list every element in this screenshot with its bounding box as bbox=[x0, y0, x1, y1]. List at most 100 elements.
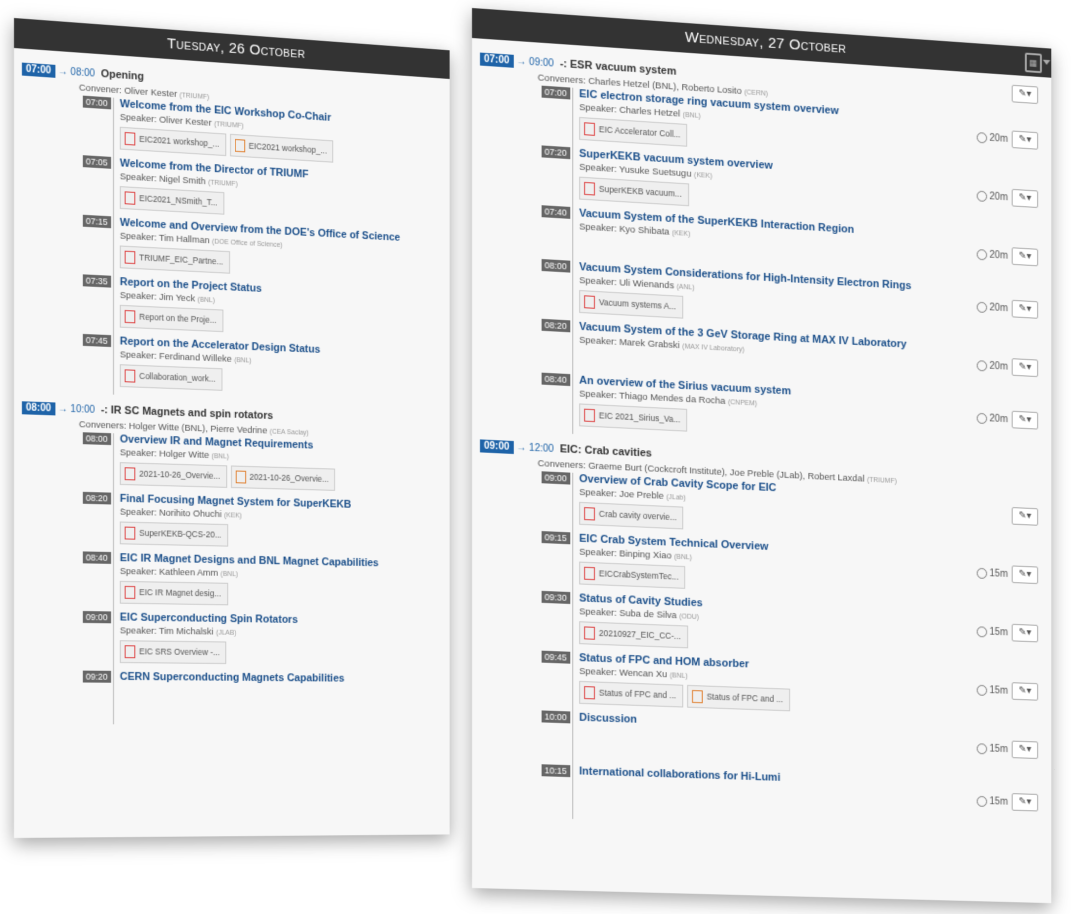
session-title[interactable]: -: IR SC Magnets and spin rotators bbox=[101, 404, 273, 422]
pdf-icon bbox=[584, 566, 595, 581]
contribution-time: 09:20 bbox=[82, 670, 111, 683]
clock-icon bbox=[976, 248, 987, 260]
day-title: Tuesday, 26 October bbox=[167, 35, 306, 62]
attachment-name: EIC2021 workshop_... bbox=[139, 133, 220, 149]
timeline-divider bbox=[572, 260, 574, 321]
speaker-affiliation: (KEK) bbox=[672, 229, 691, 238]
attachment-file[interactable]: Crab cavity overvie... bbox=[579, 501, 684, 530]
attachment-file[interactable]: Status of FPC and ... bbox=[579, 680, 684, 708]
attachments: 2021-10-26_Overvie... 2021-10-26_Overvie.… bbox=[119, 462, 443, 494]
pdf-icon bbox=[584, 295, 595, 309]
session-title[interactable]: Opening bbox=[101, 68, 144, 83]
speaker-affiliation: (BNL) bbox=[211, 453, 229, 461]
attachment-file[interactable]: 2021-10-26_Overvie... bbox=[230, 465, 336, 491]
edit-icon[interactable]: ✎▾ bbox=[1011, 247, 1039, 267]
session-start-time: 07:00 bbox=[479, 52, 514, 68]
contribution-time: 09:00 bbox=[82, 611, 111, 624]
attachment-file[interactable]: EIC2021_NSmith_T... bbox=[119, 186, 225, 215]
contribution-item: 08:20 Final Focusing Magnet System for Su… bbox=[82, 491, 443, 559]
contribution-actions: 15m ✎▾ bbox=[976, 792, 1039, 812]
timeline-divider bbox=[113, 670, 114, 725]
edit-icon[interactable]: ✎▾ bbox=[1011, 565, 1039, 585]
edit-icon[interactable]: ✎▾ bbox=[1011, 299, 1039, 319]
calendar-icon[interactable]: ▦ bbox=[1024, 52, 1042, 74]
clock-icon bbox=[976, 190, 987, 202]
attachment-name: EIC2021 workshop_... bbox=[248, 140, 327, 156]
edit-icon[interactable]: ✎▾ bbox=[1011, 188, 1039, 209]
attachment-file[interactable]: EIC 2021_Sirius_Va... bbox=[579, 403, 688, 432]
edit-icon[interactable]: ✎▾ bbox=[1011, 84, 1039, 105]
contribution-duration: 15m bbox=[989, 743, 1008, 755]
contribution-time: 07:00 bbox=[82, 95, 111, 110]
attachments: EIC SRS Overview -... bbox=[119, 640, 443, 666]
edit-icon[interactable]: ✎▾ bbox=[1011, 507, 1039, 526]
timeline-divider bbox=[113, 216, 114, 276]
attachment-file[interactable]: 2021-10-26_Overvie... bbox=[119, 462, 227, 488]
ppt-icon bbox=[691, 690, 703, 704]
pdf-icon bbox=[124, 250, 136, 265]
attachment-name: 2021-10-26_Overvie... bbox=[139, 468, 221, 481]
timeline-divider bbox=[113, 275, 114, 336]
speaker-affiliation: (ANL) bbox=[676, 283, 695, 292]
contribution-time: 09:00 bbox=[541, 471, 570, 485]
session-title[interactable]: EIC: Crab cavities bbox=[560, 443, 652, 459]
attachments: SuperKEKB-QCS-20... bbox=[119, 521, 443, 552]
chevron-down-icon[interactable] bbox=[1042, 59, 1051, 66]
attachment-file[interactable]: EIC SRS Overview -... bbox=[119, 640, 227, 665]
speaker-name: Speaker: Kathleen Amm bbox=[119, 566, 219, 579]
speaker-affiliation: (KEK) bbox=[224, 512, 242, 520]
attachment-name: TRIUMF_EIC_Partne... bbox=[139, 252, 224, 267]
contribution-time: 07:45 bbox=[82, 333, 111, 348]
attachment-file[interactable]: EIC IR Magnet desig... bbox=[119, 580, 228, 606]
edit-icon[interactable]: ✎▾ bbox=[1011, 623, 1039, 643]
timeline-divider bbox=[572, 592, 574, 652]
ppt-icon bbox=[235, 470, 246, 484]
attachment-file[interactable]: EIC2021 workshop_... bbox=[229, 133, 334, 163]
contribution-time: 09:45 bbox=[541, 650, 570, 664]
attachment-file[interactable]: EIC2021 workshop_... bbox=[119, 126, 226, 157]
contribution-duration: 15m bbox=[989, 684, 1008, 697]
attachment-file[interactable]: SuperKEKB vacuum... bbox=[579, 176, 689, 207]
attachment-file[interactable]: 20210927_EIC_CC-... bbox=[579, 621, 688, 649]
ppt-icon bbox=[234, 138, 245, 153]
attachment-file[interactable]: EIC Accelerator Coll... bbox=[579, 116, 688, 147]
attachment-name: Report on the Proje... bbox=[139, 311, 217, 325]
attachment-file[interactable]: SuperKEKB-QCS-20... bbox=[119, 521, 229, 547]
attachment-name: SuperKEKB vacuum... bbox=[598, 183, 682, 199]
attachment-file[interactable]: TRIUMF_EIC_Partne... bbox=[119, 245, 230, 274]
speaker-affiliation: (ODU) bbox=[679, 613, 699, 622]
edit-icon[interactable]: ✎▾ bbox=[1011, 130, 1039, 150]
day-title: Wednesday, 27 October bbox=[684, 28, 847, 57]
pdf-icon bbox=[584, 122, 595, 136]
edit-icon[interactable]: ✎▾ bbox=[1011, 410, 1039, 430]
contribution-actions: 15m ✎▾ bbox=[976, 564, 1039, 585]
contribution-actions: 20m ✎▾ bbox=[976, 245, 1039, 267]
edit-icon[interactable]: ✎▾ bbox=[1011, 358, 1039, 378]
contribution-duration: 15m bbox=[989, 626, 1008, 638]
contribution-title[interactable]: CERN Superconducting Magnets Capabilitie… bbox=[120, 671, 443, 685]
attachment-name: 2021-10-26_Overvie... bbox=[249, 471, 329, 484]
edit-icon[interactable]: ✎▾ bbox=[1011, 682, 1039, 701]
edit-icon[interactable]: ✎▾ bbox=[1011, 793, 1039, 812]
contribution-actions: 20m ✎▾ bbox=[976, 409, 1039, 430]
attachment-file[interactable]: Report on the Proje... bbox=[119, 304, 224, 333]
attachment-file[interactable]: Collaboration_work... bbox=[119, 364, 223, 391]
clock-icon bbox=[976, 795, 987, 807]
speaker-name: Speaker: Holger Witte bbox=[119, 447, 210, 461]
attachment-file[interactable]: EICCrabSystemTec... bbox=[579, 561, 686, 589]
attachment-name: Collaboration_work... bbox=[139, 370, 216, 384]
attachment-name: Status of FPC and ... bbox=[706, 691, 784, 704]
speaker-affiliation: (CNPEM) bbox=[727, 399, 758, 408]
edit-icon[interactable]: ✎▾ bbox=[1011, 740, 1039, 759]
day-panel-wednesday: Wednesday, 27 October ▦ 07:00 → 09:00 -: E… bbox=[472, 8, 1052, 904]
timeline-divider bbox=[572, 651, 574, 712]
speaker-name: Speaker: Binping Xiao bbox=[579, 546, 672, 562]
contribution-time: 08:00 bbox=[82, 432, 111, 446]
conveners-affiliation: (TRIUMF) bbox=[867, 476, 897, 486]
clock-icon bbox=[976, 567, 987, 579]
attachment-file[interactable]: Vacuum systems A... bbox=[579, 290, 683, 319]
speaker-name: Speaker: Joe Preble bbox=[579, 486, 664, 502]
speaker-affiliation: (JLab) bbox=[666, 493, 686, 502]
attachment-file[interactable]: Status of FPC and ... bbox=[687, 684, 790, 712]
clock-icon bbox=[976, 359, 987, 371]
